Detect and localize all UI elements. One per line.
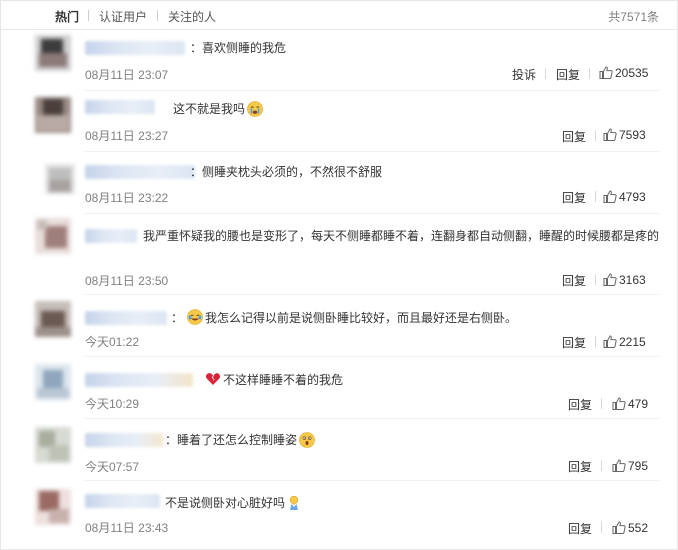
comment-item: 这不就是我吗 08月11日 23:27 回复 7593 <box>1 91 677 152</box>
shocked-face-icon <box>299 432 315 448</box>
comment-text: 不是说侧卧对心脏好吗 <box>165 496 286 510</box>
broken-heart-icon <box>205 373 221 385</box>
thumb-up-icon <box>612 521 626 534</box>
like-button[interactable]: 4793 <box>603 190 646 204</box>
comment-item: ：睡着了还怎么控制睡姿 今天07:57 回复 795 <box>1 419 677 481</box>
like-button[interactable]: 2215 <box>603 335 646 349</box>
avatar[interactable] <box>35 35 71 71</box>
comment-item: ：我怎么记得以前是说侧卧睡比较好，而且最好还是右侧卧。 今天01:22 回复 2… <box>1 295 677 357</box>
comment-text: 这不就是我吗 <box>173 102 246 116</box>
action-divider <box>595 274 596 285</box>
username[interactable] <box>85 100 155 114</box>
like-button[interactable]: 552 <box>612 521 648 535</box>
tab-verified-users[interactable]: 认证用户 <box>99 8 147 25</box>
comment-item: ：喜欢侧睡的我危 08月11日 23:07 投诉 回复 20535 <box>1 30 677 91</box>
like-button[interactable]: 20535 <box>599 66 648 80</box>
report-button[interactable]: 投诉 <box>512 66 536 83</box>
username[interactable] <box>85 311 167 325</box>
comment-time: 今天01:22 <box>85 335 140 349</box>
action-divider <box>595 336 596 347</box>
username[interactable] <box>85 165 195 179</box>
comment-text: ：睡着了还怎么控制睡姿 <box>165 433 298 447</box>
comment-panel: 热门 认证用户 关注的人 共7571条 ：喜欢侧睡的我危 08月11日 23:0… <box>0 0 678 550</box>
comment-text: ：喜欢侧睡的我危 <box>190 41 287 55</box>
username[interactable] <box>85 41 185 55</box>
comment-text: 我严重怀疑我的腰也是变形了，每天不侧睡都睡不着，连翻身都自动侧翻，睡醒的时候腰都… <box>143 229 660 243</box>
action-divider <box>601 460 602 471</box>
action-divider <box>601 398 602 409</box>
avatar[interactable] <box>35 301 71 337</box>
like-button[interactable]: 479 <box>612 397 648 411</box>
reply-button[interactable]: 回复 <box>568 458 592 475</box>
avatar[interactable] <box>35 489 71 525</box>
thumb-up-icon <box>612 459 626 472</box>
avatar[interactable] <box>35 364 71 400</box>
comment-item: 我严重怀疑我的腰也是变形了，每天不侧睡都睡不着，连翻身都自动侧翻，睡醒的时候腰都… <box>1 214 677 295</box>
username[interactable] <box>85 494 160 508</box>
reply-button[interactable]: 回复 <box>562 334 586 351</box>
thumb-up-icon <box>599 66 613 79</box>
avatar[interactable] <box>35 97 71 133</box>
like-button[interactable]: 7593 <box>603 128 646 142</box>
tab-divider <box>88 10 89 21</box>
thumb-up-icon <box>612 397 626 410</box>
action-divider <box>589 68 590 79</box>
comment-total-count: 共7571条 <box>608 10 659 24</box>
comment-tabs: 热门 认证用户 关注的人 共7571条 <box>1 1 677 30</box>
avatar[interactable] <box>35 218 71 254</box>
tab-divider <box>157 10 158 21</box>
thumb-up-icon <box>603 273 617 286</box>
thumb-up-icon <box>603 190 617 203</box>
avatar[interactable] <box>45 164 75 194</box>
comment-time: 08月11日 23:50 <box>85 274 169 288</box>
comment-time: 08月11日 23:27 <box>85 129 169 143</box>
comment-time: 今天07:57 <box>85 460 140 474</box>
comment-text: 不这样睡睡不着的我危 <box>205 371 343 389</box>
like-button[interactable]: 3163 <box>603 273 646 287</box>
username[interactable] <box>85 373 193 387</box>
reply-button[interactable]: 回复 <box>562 189 586 206</box>
comment-text: ：侧睡夹枕头必须的，不然很不舒服 <box>190 165 383 179</box>
comment-item: ：侧睡夹枕头必须的，不然很不舒服 08月11日 23:22 回复 4793 <box>1 152 677 214</box>
comment-time: 08月11日 23:07 <box>85 68 169 82</box>
comment-time: 今天10:29 <box>85 397 140 411</box>
reply-button[interactable]: 回复 <box>562 272 586 289</box>
comment-text: ：我怎么记得以前是说侧卧睡比较好，而且最好还是右侧卧。 <box>171 309 518 325</box>
comment-item: 不是说侧卧对心脏好吗 08月11日 23:43 回复 552 <box>1 481 677 549</box>
crying-face-icon <box>247 101 263 117</box>
comment-time: 08月11日 23:22 <box>85 191 169 205</box>
avatar[interactable] <box>35 427 71 463</box>
reply-button[interactable]: 回复 <box>568 396 592 413</box>
action-divider <box>595 130 596 141</box>
laughing-tears-icon <box>187 309 203 325</box>
praying-icon <box>289 495 299 510</box>
action-divider <box>601 522 602 533</box>
thumb-up-icon <box>603 128 617 141</box>
username[interactable] <box>85 433 163 447</box>
comment-item: 不这样睡睡不着的我危 今天10:29 回复 479 <box>1 357 677 419</box>
action-divider <box>595 191 596 202</box>
like-button[interactable]: 795 <box>612 459 648 473</box>
tab-following[interactable]: 关注的人 <box>168 8 216 25</box>
thumb-up-icon <box>603 335 617 348</box>
action-divider <box>545 68 546 79</box>
reply-button[interactable]: 回复 <box>556 66 580 83</box>
reply-button[interactable]: 回复 <box>568 520 592 537</box>
comment-time: 08月11日 23:43 <box>85 521 169 535</box>
tab-hot[interactable]: 热门 <box>55 8 79 25</box>
reply-button[interactable]: 回复 <box>562 128 586 145</box>
